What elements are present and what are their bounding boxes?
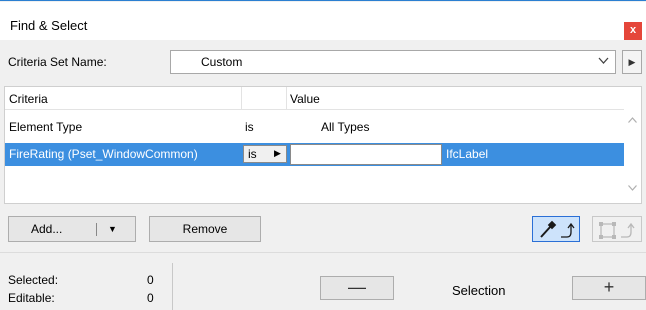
close-icon: x [629,24,637,36]
row-type: IfcLabel [446,147,489,161]
selected-label: Selected: [8,273,59,287]
operator-dropdown[interactable]: is ▶ [243,145,287,163]
close-button[interactable]: x [624,22,642,40]
divider [0,252,646,253]
value-input[interactable] [290,144,442,165]
remove-from-selection-button[interactable]: — [320,276,394,300]
divider [172,263,173,310]
marquee-select-button[interactable] [592,216,642,242]
column-header-value[interactable]: Value [290,92,320,106]
operator-value: is [248,147,257,161]
column-divider [241,87,242,110]
pick-parameters-button[interactable] [532,216,580,242]
scroll-down-icon[interactable] [628,183,637,194]
eyedropper-icon [540,220,575,238]
criteria-set-row: Criteria Set Name: Custom ▶ [0,47,646,75]
marquee-select-icon [599,222,635,239]
column-header-criteria[interactable]: Criteria [9,92,48,106]
row-value: All Types [321,120,370,134]
row-criteria: Element Type [9,120,83,134]
triangle-right-icon: ▶ [274,148,281,158]
triangle-right-icon: ▶ [628,57,636,67]
row-operator: is [245,120,254,134]
editable-label: Editable: [8,291,55,305]
selection-label: Selection [452,283,506,298]
criteria-set-dropdown[interactable]: Custom [170,50,616,74]
selected-count: 0 [147,273,154,287]
table-row[interactable]: Element Type is All Types [5,116,625,139]
criteria-set-value: Custom [201,55,243,69]
editable-count: 0 [147,291,154,305]
chevron-down-icon [598,55,609,69]
add-button[interactable]: Add... ▼ [8,216,136,242]
title-bar: Find & Select x [0,2,646,40]
criteria-table: Criteria Value Element Type is All Types… [4,86,642,204]
window-title: Find & Select [10,18,88,33]
split-divider [96,223,97,236]
scroll-up-icon[interactable] [628,115,637,126]
criteria-set-menu-button[interactable]: ▶ [622,50,642,74]
criteria-set-label: Criteria Set Name: [8,55,107,69]
table-header: Criteria Value [5,87,625,110]
column-divider [286,87,287,110]
find-select-window: Find & Select x Criteria Set Name: Custo… [0,0,646,310]
dropdown-arrow-icon[interactable]: ▼ [108,217,117,241]
table-row-selected[interactable]: FireRating (Pset_WindowCommon) is ▶ IfcL… [5,143,625,166]
row-criteria: FireRating (Pset_WindowCommon) [9,147,198,161]
add-to-selection-button[interactable]: + [572,276,646,300]
remove-button[interactable]: Remove [149,216,261,242]
add-button-label: Add... [31,222,63,236]
vertical-scrollbar[interactable] [624,87,641,203]
